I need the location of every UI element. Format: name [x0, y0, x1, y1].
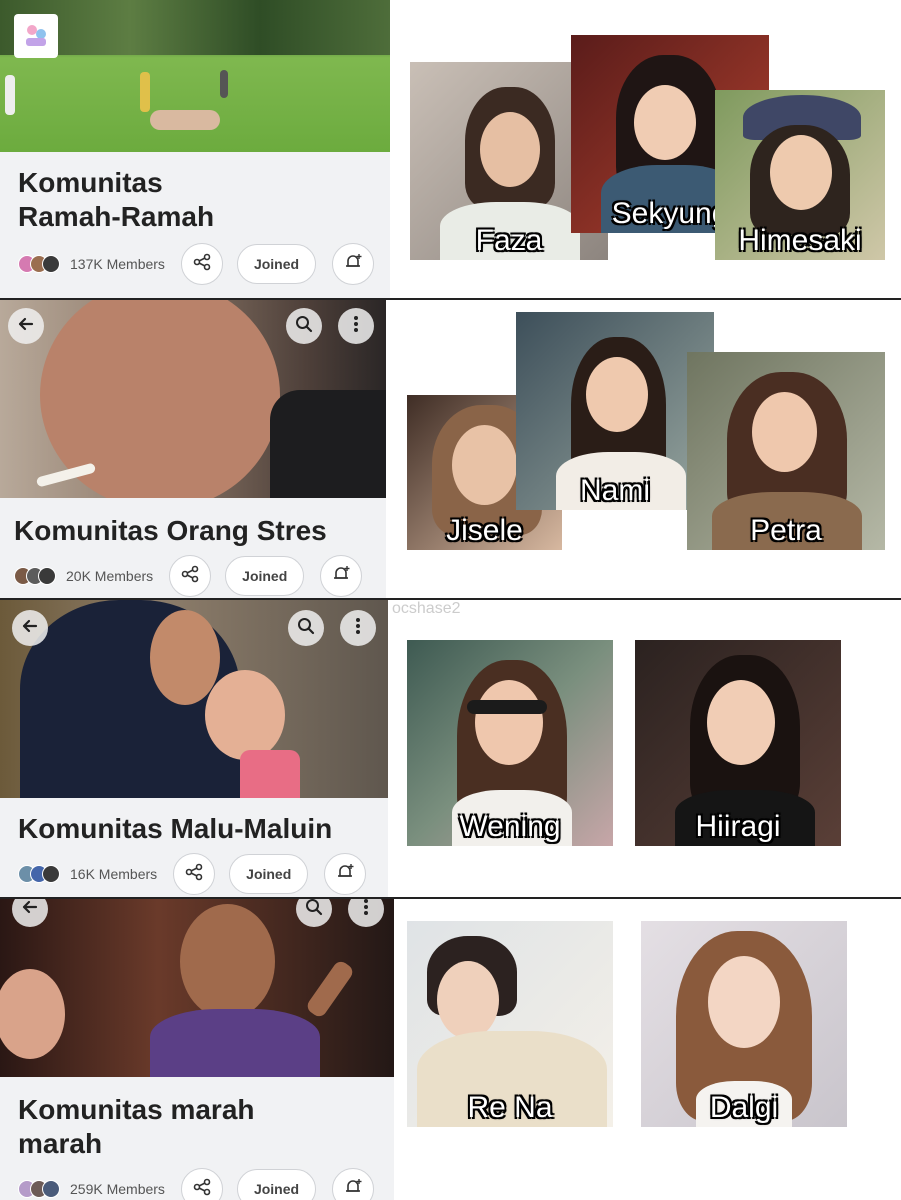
member-avatars: [18, 1180, 60, 1198]
more-button[interactable]: [338, 308, 374, 344]
bell-plus-icon: [343, 1177, 363, 1200]
search-icon: [294, 314, 314, 339]
back-arrow-icon: [20, 899, 40, 922]
notify-button[interactable]: [332, 1168, 375, 1200]
back-button[interactable]: [12, 610, 48, 646]
photo-petra: Petra: [687, 352, 885, 550]
more-vertical-icon: [346, 314, 366, 339]
notify-button[interactable]: [324, 853, 367, 895]
back-arrow-icon: [20, 616, 40, 641]
row-malu: Komunitas Malu-Maluin 16K Members Joined…: [0, 600, 901, 897]
banner-park: [0, 0, 390, 152]
photo-name: Himesaki: [738, 224, 862, 257]
photo-name: Dalgi: [709, 1091, 779, 1124]
community-title: Komunitas Ramah-Ramah: [18, 167, 215, 232]
photo-himesaki: Himesaki: [715, 90, 885, 260]
photo-name: Re Na: [467, 1091, 553, 1124]
community-meta: 16K Members Joined: [18, 853, 367, 895]
share-button[interactable]: [169, 555, 212, 597]
community-card[interactable]: Komunitas marah marah 259K Members Joine…: [0, 899, 394, 1200]
share-button[interactable]: [173, 853, 216, 895]
search-button[interactable]: [288, 610, 324, 646]
share-button[interactable]: [180, 243, 223, 285]
photo-name: Hiiragi: [695, 810, 781, 843]
more-vertical-icon: [348, 616, 368, 641]
community-title: Komunitas marah marah: [18, 1094, 255, 1159]
share-icon: [185, 863, 203, 886]
community-title: Komunitas Malu-Maluin: [18, 813, 333, 844]
community-card[interactable]: Komunitas Malu-Maluin 16K Members Joined: [0, 600, 388, 897]
community-title: Komunitas Orang Stres: [14, 515, 327, 546]
community-meta: 259K Members Joined: [18, 1168, 375, 1200]
search-button[interactable]: [286, 308, 322, 344]
notify-button[interactable]: [332, 243, 375, 285]
bell-plus-icon: [331, 564, 351, 589]
more-button[interactable]: [340, 610, 376, 646]
notify-button[interactable]: [320, 555, 363, 597]
share-button[interactable]: [180, 1168, 223, 1200]
app-logo: [14, 14, 58, 58]
community-meta: 137K Members Joined: [18, 243, 375, 285]
member-count: 259K Members: [70, 1181, 165, 1197]
share-icon: [181, 565, 199, 588]
back-arrow-icon: [16, 314, 36, 339]
member-count: 20K Members: [66, 568, 154, 584]
photo-dalgi: Dalgi: [641, 921, 847, 1127]
photo-name: Wening: [459, 810, 561, 843]
search-icon: [304, 899, 324, 922]
photo-name: Petra: [750, 514, 822, 547]
joined-button[interactable]: Joined: [225, 556, 305, 596]
member-avatars: [14, 567, 56, 585]
photo-name: Nami: [579, 474, 650, 507]
photo-wening: Wening: [407, 640, 613, 846]
banner-man: [0, 300, 386, 498]
member-avatars: [18, 255, 60, 273]
photo-hiiragi: Hiiragi: [635, 640, 841, 846]
joined-button[interactable]: Joined: [236, 1169, 317, 1200]
banner-hijab: [0, 600, 388, 798]
share-icon: [193, 253, 211, 276]
search-icon: [296, 616, 316, 641]
photo-nami: Nami: [516, 312, 714, 510]
share-icon: [193, 1178, 211, 1200]
member-count: 16K Members: [70, 866, 158, 882]
back-button[interactable]: [8, 308, 44, 344]
row-ramah: Komunitas Ramah-Ramah 137K Members Joine…: [0, 0, 901, 298]
community-meta: 20K Members Joined: [14, 555, 363, 597]
row-stres: Komunitas Orang Stres 20K Members Joined…: [0, 300, 901, 598]
joined-button[interactable]: Joined: [229, 854, 309, 894]
photo-re-na: Re Na: [407, 921, 613, 1127]
row-marah: Komunitas marah marah 259K Members Joine…: [0, 899, 901, 1200]
more-vertical-icon: [356, 899, 376, 922]
banner-angry-man: [0, 899, 394, 1077]
community-card[interactable]: Komunitas Ramah-Ramah 137K Members Joine…: [0, 0, 390, 298]
member-avatars: [18, 865, 60, 883]
bell-plus-icon: [335, 862, 355, 887]
photo-name: Jisele: [446, 514, 523, 547]
bell-plus-icon: [343, 252, 363, 277]
joined-button[interactable]: Joined: [236, 244, 317, 284]
member-count: 137K Members: [70, 256, 165, 272]
community-card[interactable]: Komunitas Orang Stres 20K Members Joined: [0, 300, 386, 598]
